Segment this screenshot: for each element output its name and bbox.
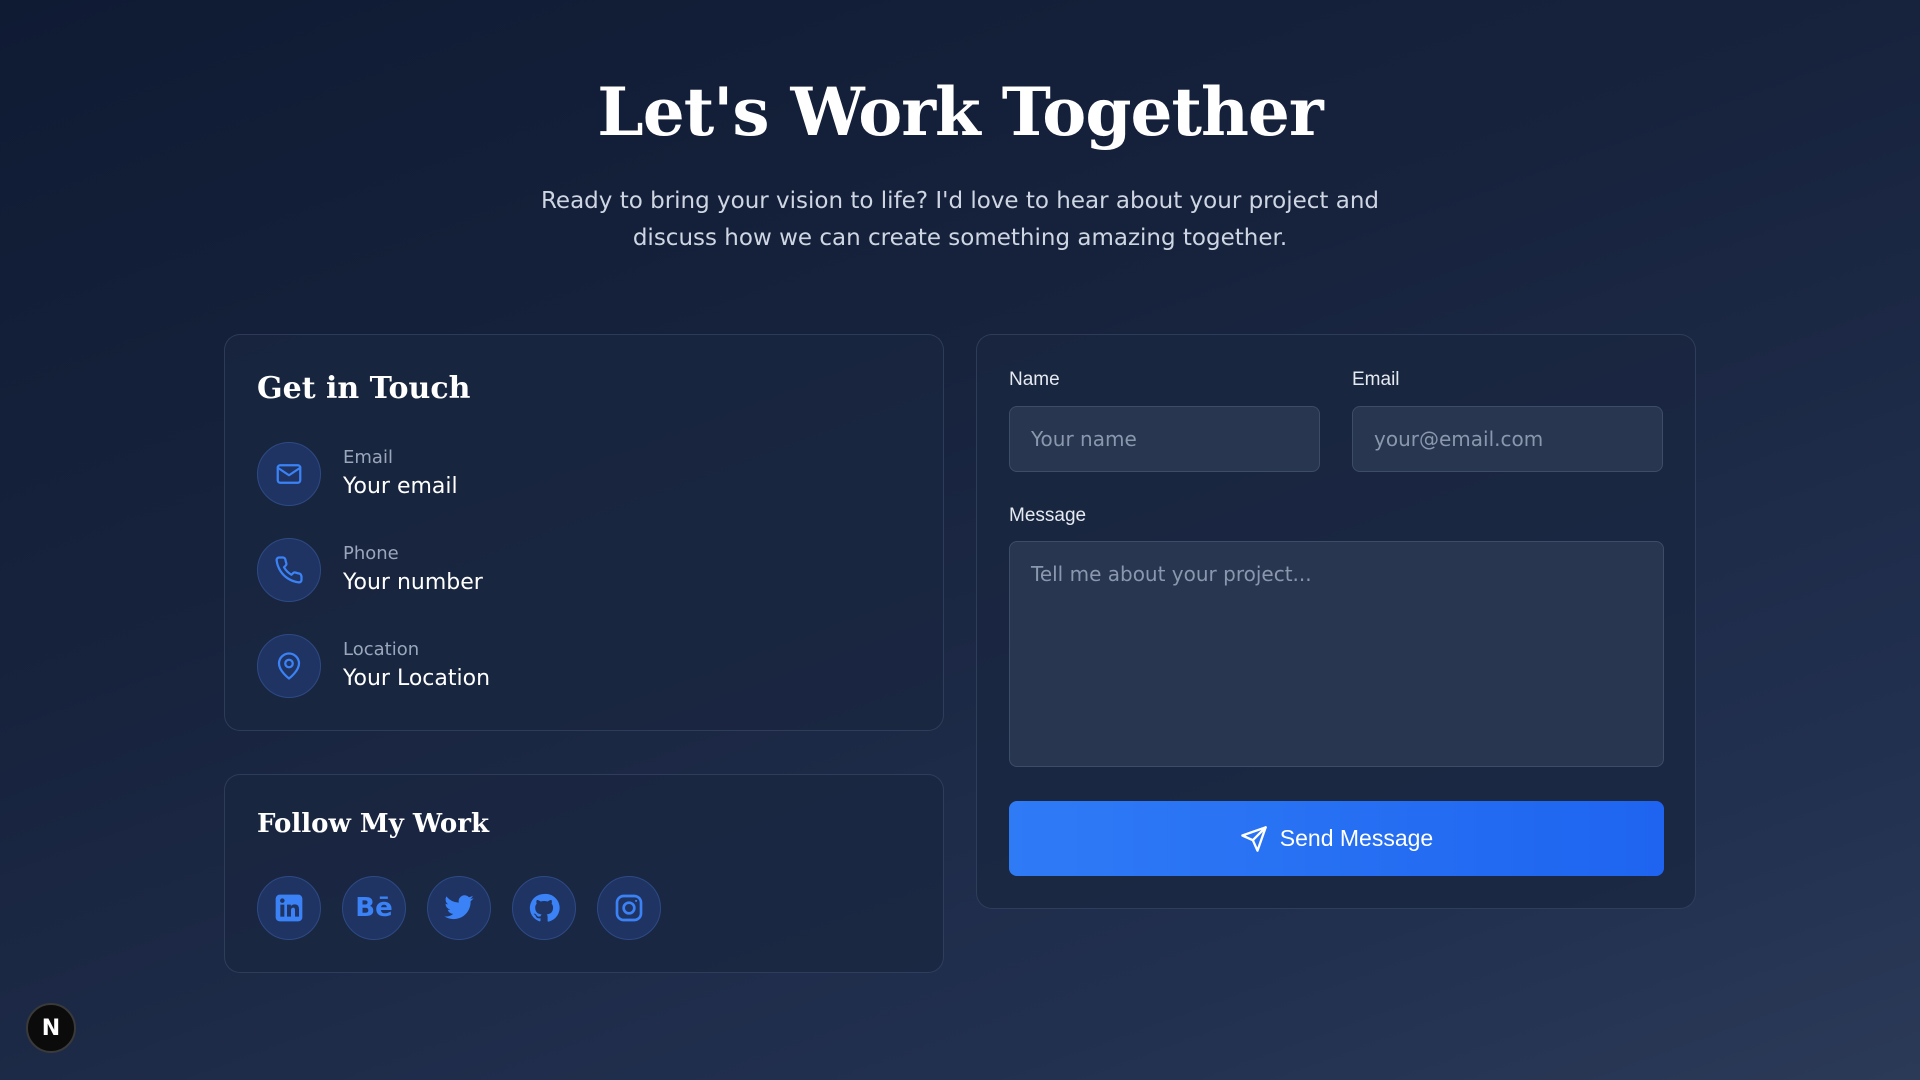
instagram-icon xyxy=(615,894,643,922)
contact-email-row: Email Your email xyxy=(257,442,897,508)
contact-location-value: Your Location xyxy=(343,666,491,691)
contact-form-card: Name Email Message Send Message xyxy=(976,334,1696,909)
contact-phone-row: Phone Your number xyxy=(257,538,897,604)
social-heading: Follow My Work xyxy=(257,809,489,839)
contact-email-label: Email xyxy=(343,447,393,468)
name-input[interactable] xyxy=(1009,406,1320,472)
social-links: Bē xyxy=(257,876,661,940)
page-subtitle: Ready to bring your vision to life? I'd … xyxy=(540,188,1379,251)
behance-link[interactable]: Bē xyxy=(342,876,406,940)
phone-icon xyxy=(257,538,321,602)
map-pin-icon xyxy=(257,634,321,698)
contact-location-label: Location xyxy=(343,639,420,660)
contact-location-row: Location Your Location xyxy=(257,634,897,700)
email-label: Email xyxy=(1352,369,1400,390)
page-title: Let's Work Together xyxy=(597,73,1323,151)
message-label: Message xyxy=(1009,505,1087,526)
twitter-link[interactable] xyxy=(427,876,491,940)
linkedin-icon xyxy=(275,894,303,922)
behance-icon: Bē xyxy=(355,893,393,923)
message-textarea[interactable] xyxy=(1009,541,1664,767)
instagram-link[interactable] xyxy=(597,876,661,940)
hero-section: Let's Work Together Ready to bring your … xyxy=(0,68,1920,257)
email-input[interactable] xyxy=(1352,406,1663,472)
send-message-label: Send Message xyxy=(1279,825,1434,851)
name-label: Name xyxy=(1009,369,1060,390)
mail-icon xyxy=(257,442,321,506)
contact-card: Get in Touch Email Your email Phone Your… xyxy=(224,334,944,731)
contact-phone-value: Your number xyxy=(343,570,483,595)
contact-email-value: Your email xyxy=(343,474,458,499)
linkedin-link[interactable] xyxy=(257,876,321,940)
twitter-icon xyxy=(444,895,474,920)
contact-phone-label: Phone xyxy=(343,543,399,564)
github-icon xyxy=(529,893,560,922)
nextjs-dev-badge[interactable]: N xyxy=(26,1003,76,1053)
github-link[interactable] xyxy=(512,876,576,940)
contact-heading: Get in Touch xyxy=(257,371,471,406)
send-message-button[interactable]: Send Message xyxy=(1009,801,1664,876)
social-card: Follow My Work Bē xyxy=(224,774,944,973)
send-icon xyxy=(1240,825,1267,852)
